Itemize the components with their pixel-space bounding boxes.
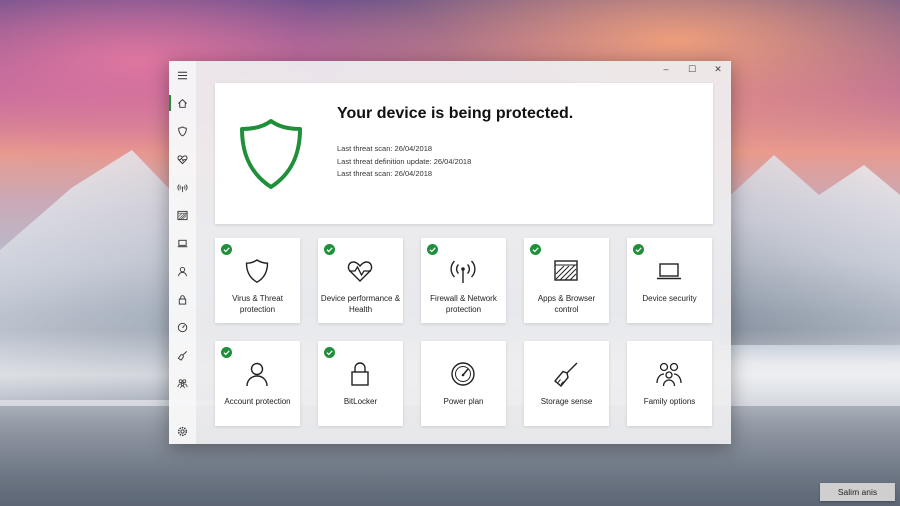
wifi-antenna-icon [450,260,476,283]
maximize-button[interactable]: ☐ [679,61,705,77]
sidebar-item-power-plan[interactable] [169,315,196,339]
background-mountain-right [720,155,900,345]
page-title: Your device is being protected. [337,105,574,122]
menu-icon [177,71,188,79]
home-icon [178,98,187,108]
lock-icon [351,362,369,386]
tile-firewall-network-protection[interactable]: Firewall & Network protection [421,238,506,323]
last-threat-scan-2: Last threat scan: 26/04/2018 [337,169,433,178]
check-icon [221,347,232,358]
check-icon [324,347,335,358]
wifi-antenna-icon [177,183,188,192]
tile-label: Virus & Threat protection [232,294,283,314]
tile-label: Account protection [224,397,291,406]
sidebar-item-firewall[interactable] [169,175,196,199]
check-icon [633,244,644,255]
tile-bitlocker[interactable]: BitLocker [318,341,403,426]
tile-label: BitLocker [343,397,378,406]
scan-info: Last threat scan: 26/04/2018 Last threat… [337,143,471,181]
sidebar-item-virus-protection[interactable] [169,119,196,143]
broom-icon [177,350,187,361]
tile-label: Device performance & Health [320,294,401,314]
tile-virus-threat-protection[interactable]: Virus & Threat protection [215,238,300,323]
tile-label: Firewall & Network protection [430,294,497,314]
sidebar-item-device-security[interactable] [169,231,196,255]
sidebar-menu-button[interactable] [169,63,196,87]
sidebar-item-device-health[interactable] [169,147,196,171]
sidebar-item-storage-sense[interactable] [169,343,196,367]
laptop-icon [657,263,681,280]
gauge-icon [177,322,188,332]
shield-icon [245,259,269,284]
tile-label: Power plan [443,397,484,406]
tile-device-security[interactable]: Device security [627,238,712,323]
heart-pulse-icon [177,154,188,164]
minimize-button[interactable]: – [653,61,679,77]
family-icon [656,362,682,387]
tile-label: Apps & Browser control [537,294,596,314]
security-app-window: – ☐ ✕ Your device is being protected. La… [169,61,731,444]
laptop-icon [177,239,188,247]
window-controls: – ☐ ✕ [653,61,731,77]
sidebar-item-account[interactable] [169,259,196,283]
tile-label: Family options [643,397,696,406]
tile-label: Storage sense [540,397,593,406]
check-icon [221,244,232,255]
last-definition-update: Last threat definition update: 26/04/201… [337,156,472,166]
person-icon [246,362,268,387]
sidebar-item-bitlocker[interactable] [169,287,196,311]
shield-icon [178,125,187,136]
heart-pulse-icon [347,261,373,282]
browser-app-icon [554,260,578,281]
broom-icon [554,362,578,387]
shield-status-icon [240,119,302,189]
tile-storage-sense[interactable]: Storage sense [524,341,609,426]
tile-device-performance-health[interactable]: Device performance & Health [318,238,403,323]
check-icon [530,244,541,255]
sidebar [169,61,196,444]
sidebar-item-app-browser[interactable] [169,203,196,227]
sidebar-item-settings[interactable] [169,419,196,443]
taskbar-user-button[interactable]: Salim anis [820,483,895,501]
check-icon [427,244,438,255]
lock-icon [178,294,187,305]
sidebar-item-home[interactable] [169,91,196,115]
tile-power-plan[interactable]: Power plan [421,341,506,426]
browser-app-icon [177,210,188,220]
gauge-icon [451,362,475,386]
tile-label: Device security [642,294,697,303]
check-icon [324,244,335,255]
family-icon [177,378,188,388]
protection-status-card: Your device is being protected. Last thr… [215,83,713,224]
sidebar-item-family[interactable] [169,371,196,395]
close-button[interactable]: ✕ [705,61,731,77]
tile-apps-browser-control[interactable]: Apps & Browser control [524,238,609,323]
tile-family-options[interactable]: Family options [627,341,712,426]
gear-icon [177,426,188,436]
person-icon [178,266,187,276]
tile-account-protection[interactable]: Account protection [215,341,300,426]
last-threat-scan: Last threat scan: 26/04/2018 [337,144,433,153]
